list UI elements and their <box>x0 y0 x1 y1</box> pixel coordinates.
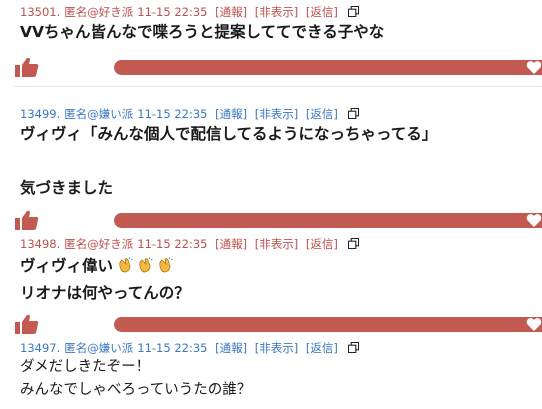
post-date: 11-15 22:35 <box>137 107 208 121</box>
post-number[interactable]: 13499. <box>20 107 60 121</box>
post-number[interactable]: 13497. <box>20 341 60 355</box>
heart-icon[interactable] <box>526 60 542 75</box>
poster-name: 匿名@嫌い派 <box>64 107 134 121</box>
post-number[interactable]: 13498. <box>20 237 60 251</box>
vote-bar <box>14 313 542 335</box>
poster-name: 匿名@嫌い派 <box>64 341 134 355</box>
post-meta: 13497. 匿名@嫌い派 11-15 22:35 [通報] [非表示] [返信] <box>20 340 359 356</box>
vote-ratio-bar <box>114 213 542 228</box>
reply-link[interactable]: [返信] <box>306 107 338 121</box>
copy-icon[interactable] <box>347 6 359 17</box>
clapping-hands-icon <box>139 257 153 273</box>
report-link[interactable]: [通報] <box>215 341 247 355</box>
post-body-line: VVちゃん皆んなで喋ろうと提案しててできる子やな <box>20 23 385 41</box>
post-date: 11-15 22:35 <box>137 237 208 251</box>
post-date: 11-15 22:35 <box>137 5 208 19</box>
post-body-line: ヴィヴィ「みんな個人で配信してるようになっちゃってる」 <box>20 125 438 143</box>
report-link[interactable]: [通報] <box>215 107 247 121</box>
post-date: 11-15 22:35 <box>137 341 208 355</box>
thumbs-up-icon[interactable] <box>14 313 40 335</box>
post-body-line: 気づきました <box>20 179 114 197</box>
vote-bar <box>14 56 542 78</box>
clapping-hands-icon <box>119 257 133 273</box>
post-meta: 13498. 匿名@好き派 11-15 22:35 [通報] [非表示] [返信] <box>20 236 359 252</box>
clapping-hands-icon <box>159 257 173 273</box>
hide-link[interactable]: [非表示] <box>255 5 298 19</box>
hide-link[interactable]: [非表示] <box>255 237 298 251</box>
post-divider <box>14 86 542 87</box>
hide-link[interactable]: [非表示] <box>255 341 298 355</box>
post-body-line: ヴィヴィ偉い <box>20 254 173 279</box>
copy-icon[interactable] <box>347 342 359 353</box>
post-meta: 13501. 匿名@好き派 11-15 22:35 [通報] [非表示] [返信] <box>20 4 359 20</box>
post-body-text: ヴィヴィ偉い <box>20 257 114 275</box>
reply-link[interactable]: [返信] <box>306 341 338 355</box>
post-number[interactable]: 13501. <box>20 5 60 19</box>
vote-ratio-bar <box>114 317 542 332</box>
heart-icon[interactable] <box>526 317 542 332</box>
post-meta: 13499. 匿名@嫌い派 11-15 22:35 [通報] [非表示] [返信] <box>20 106 359 122</box>
report-link[interactable]: [通報] <box>215 237 247 251</box>
hide-link[interactable]: [非表示] <box>255 107 298 121</box>
poster-name: 匿名@好き派 <box>64 237 134 251</box>
thumbs-up-icon[interactable] <box>14 56 40 78</box>
copy-icon[interactable] <box>347 238 359 249</box>
poster-name: 匿名@好き派 <box>64 5 134 19</box>
post-body-line: ダメだしきたぞー！ <box>20 359 151 375</box>
reply-link[interactable]: [返信] <box>306 5 338 19</box>
post-body-line: リオナは何やってんの？ <box>20 284 190 302</box>
post-body-line: みんなでしゃべろっていうたの誰？ <box>20 382 252 398</box>
report-link[interactable]: [通報] <box>215 5 247 19</box>
thumbs-up-icon[interactable] <box>14 209 40 231</box>
vote-ratio-bar <box>114 60 542 75</box>
copy-icon[interactable] <box>347 108 359 119</box>
vote-bar <box>14 209 542 231</box>
reply-link[interactable]: [返信] <box>306 237 338 251</box>
heart-icon[interactable] <box>526 213 542 228</box>
